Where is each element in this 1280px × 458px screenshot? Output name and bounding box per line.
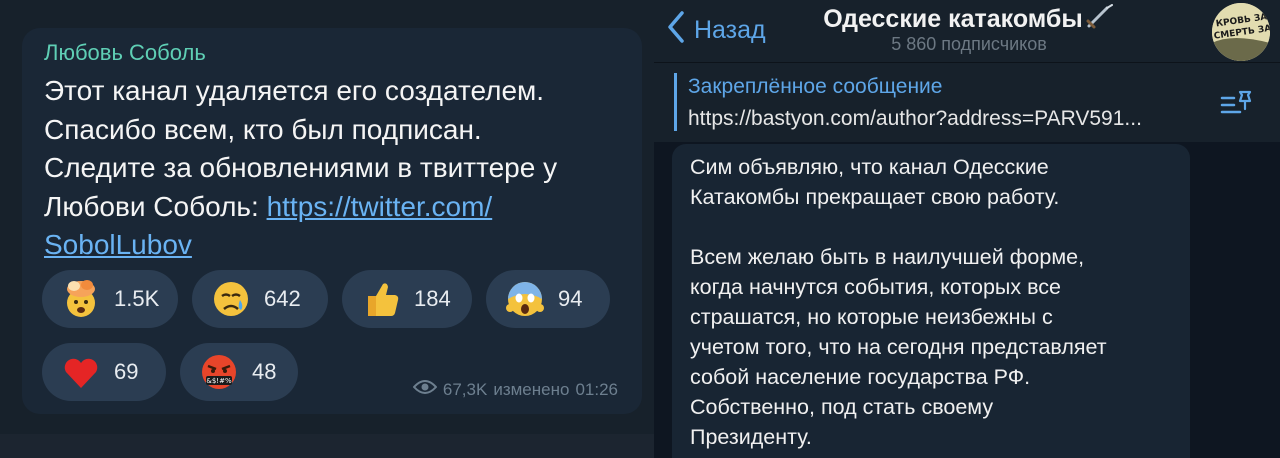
message-meta: 67,3K изменено 01:26 xyxy=(412,379,618,400)
message-line: Спасибо всем, кто был подписан. xyxy=(44,113,482,145)
twitter-link[interactable]: https://twitter.com/ xyxy=(267,191,493,222)
message-time: 01:26 xyxy=(575,379,618,399)
reaction-count: 1.5K xyxy=(114,286,160,311)
crying-face-icon xyxy=(208,276,254,322)
eye-icon xyxy=(412,379,438,400)
reaction-cursing-face[interactable]: &$!#% 48 xyxy=(180,343,298,401)
cursing-face-icon: &$!#% xyxy=(196,349,242,395)
dagger-icon xyxy=(1085,4,1115,37)
chevron-left-icon xyxy=(666,10,686,51)
left-chat-pane: Любовь Соболь Этот канал удаляется его с… xyxy=(0,0,654,458)
subscriber-count: 5 860 подписчиков xyxy=(891,34,1047,54)
pinned-title: Закреплённое сообщение xyxy=(688,75,943,98)
reaction-screaming-face[interactable]: 94 xyxy=(486,270,610,328)
channel-avatar[interactable]: КРОВЬ ЗА КРО СМЕРТЬ ЗА СМЕ xyxy=(1212,3,1270,61)
message-text: Этот канал удаляется его создателем. Спа… xyxy=(44,72,634,265)
back-label: Назад xyxy=(694,16,766,44)
reaction-count: 94 xyxy=(558,286,583,311)
exploding-head-icon xyxy=(58,276,104,322)
message-line: SobolLubov xyxy=(44,226,634,265)
pinned-message-bar[interactable]: Закреплённое сообщение https://bastyon.c… xyxy=(654,62,1280,142)
view-count: 67,3K xyxy=(442,379,488,399)
reaction-count: 48 xyxy=(252,359,277,384)
pinned-indicator xyxy=(674,73,677,131)
reaction-thumbs-up[interactable]: 184 xyxy=(342,270,472,328)
reaction-count: 184 xyxy=(414,286,451,311)
thumbs-up-icon xyxy=(358,276,404,322)
screaming-face-icon xyxy=(502,276,548,322)
message-line-prefix: Любови Соболь: xyxy=(44,190,267,222)
edited-label: изменено xyxy=(493,379,570,399)
message-line: Следите за обновлениями в твиттере у xyxy=(44,152,558,183)
twitter-link-cont[interactable]: SobolLubov xyxy=(44,229,192,260)
reaction-exploding-head[interactable]: 1.5K xyxy=(42,270,178,328)
back-button[interactable]: Назад xyxy=(666,10,766,51)
bottom-strip xyxy=(0,434,654,458)
channel-header: Назад Одесские катакомбы 5 860 подписчик… xyxy=(654,0,1280,62)
message-author[interactable]: Любовь Соболь xyxy=(44,40,206,66)
pinned-text: https://bastyon.com/author?address=PARV5… xyxy=(688,107,1142,130)
reaction-red-heart[interactable]: 69 xyxy=(42,343,166,401)
message-bubble[interactable]: Любовь Соболь Этот канал удаляется его с… xyxy=(22,28,642,414)
red-heart-icon xyxy=(58,349,104,395)
svg-text:&$!#%: &$!#% xyxy=(206,377,232,385)
reaction-count: 69 xyxy=(114,359,139,384)
channel-post[interactable]: Сим объявляю, что канал Одесские Катаком… xyxy=(672,144,1190,458)
post-text: Сим объявляю, что канал Одесские Катаком… xyxy=(690,155,1107,449)
message-line: Этот канал удаляется его создателем. xyxy=(44,75,545,106)
reaction-count: 642 xyxy=(264,286,301,311)
pin-list-icon[interactable] xyxy=(1220,89,1254,124)
right-channel-pane: Назад Одесские катакомбы 5 860 подписчик… xyxy=(654,0,1280,458)
channel-title[interactable]: Одесские катакомбы xyxy=(804,4,1134,37)
message-line: Любови Соболь: https://twitter.com/ xyxy=(44,188,634,227)
channel-title-text: Одесские катакомбы xyxy=(823,5,1083,34)
reaction-crying-face[interactable]: 642 xyxy=(192,270,328,328)
